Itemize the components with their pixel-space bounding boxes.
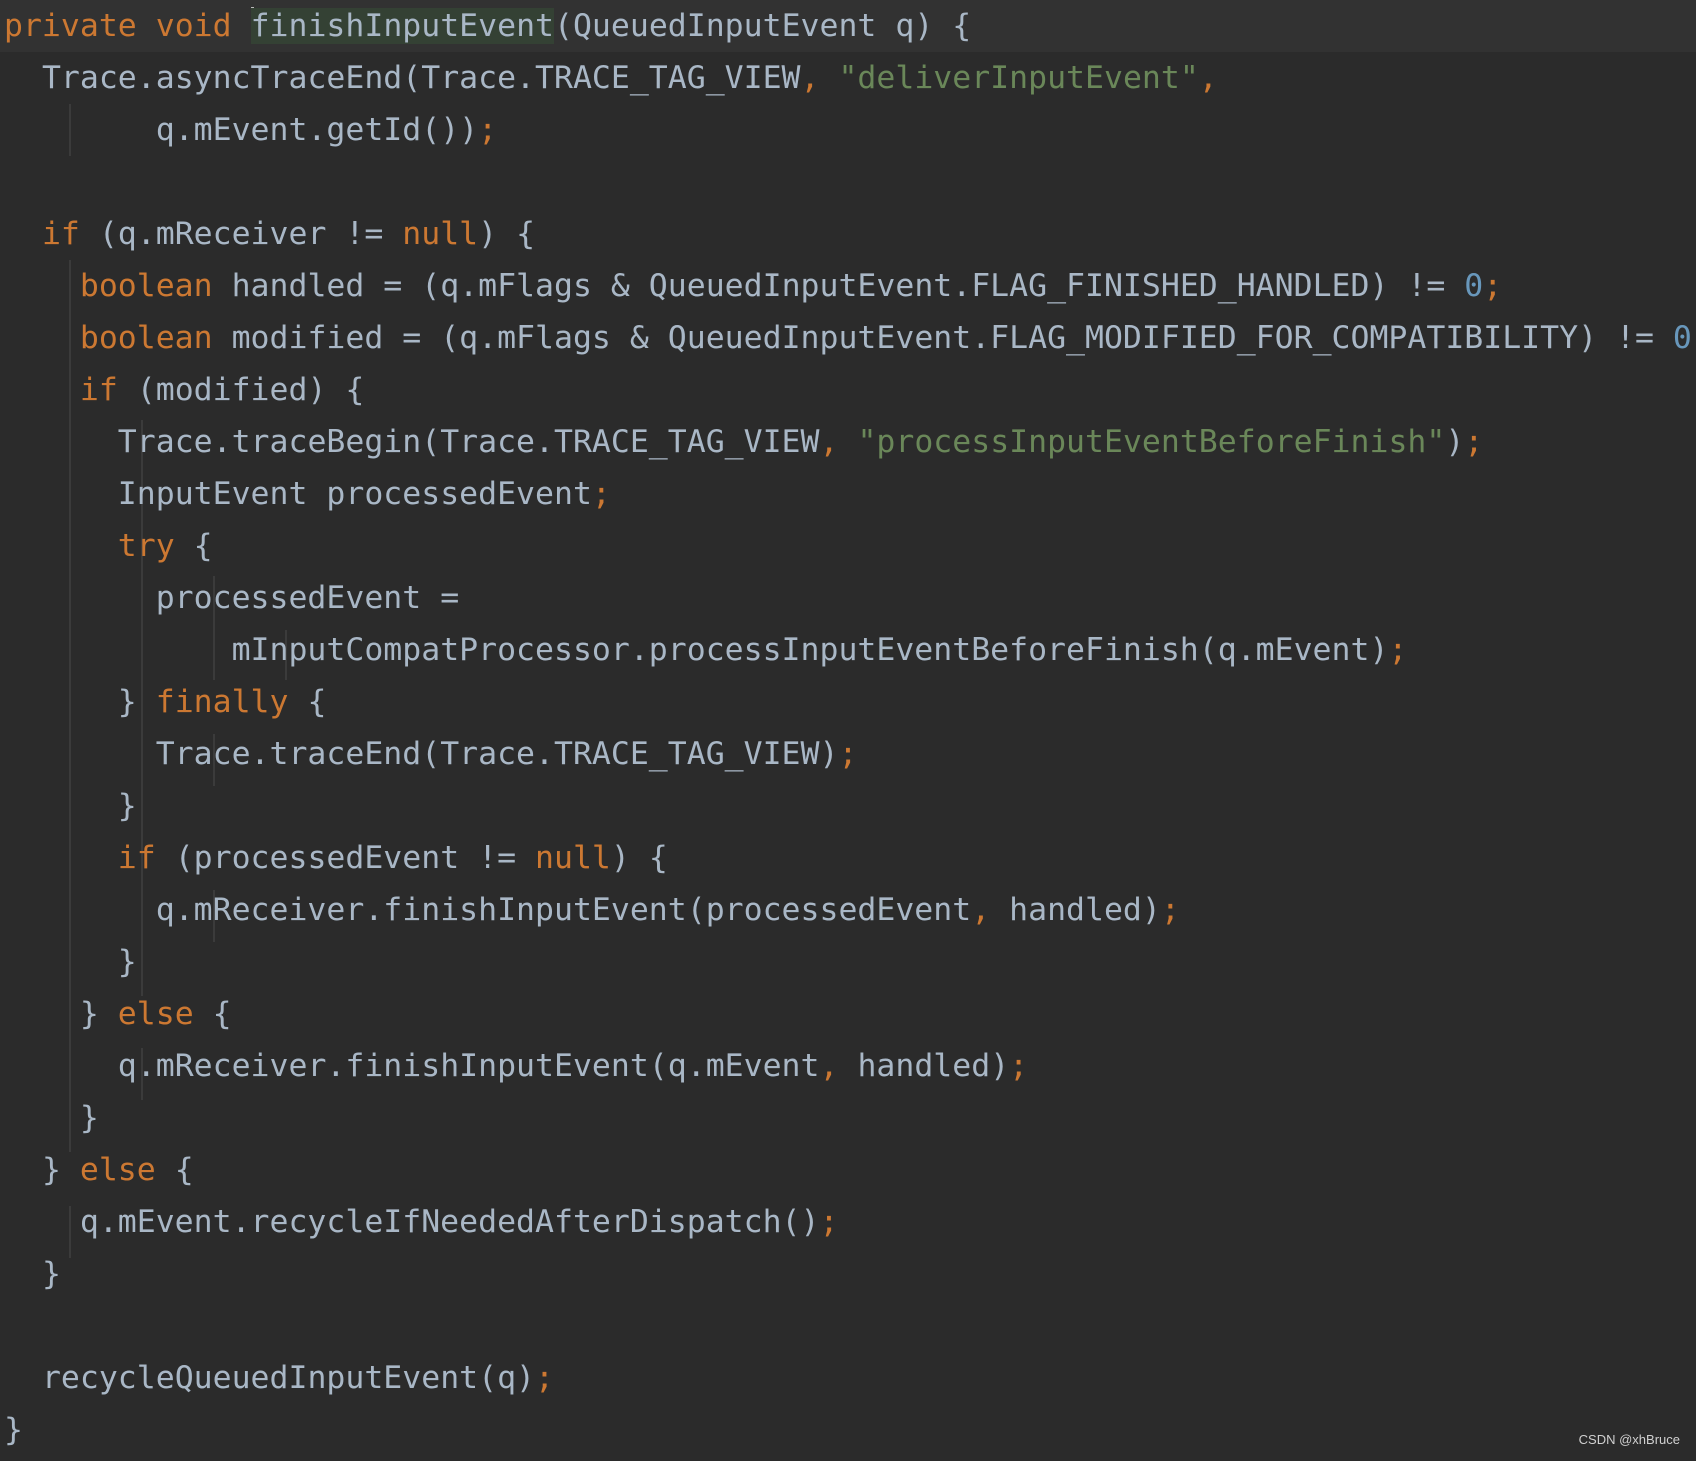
code-text: (q.mReceiver != <box>79 216 403 252</box>
code-line-3[interactable]: q.mEvent.getId()); <box>4 104 497 156</box>
code-text: Trace.asyncTraceEnd(Trace.TRACE_TAG_VIEW <box>41 60 801 96</box>
code-text: { <box>288 684 327 720</box>
code-text: ) { <box>610 840 668 876</box>
code-line-16[interactable]: } <box>4 780 137 832</box>
keyword-null: null <box>535 840 611 876</box>
code-line-5[interactable]: if (q.mReceiver != null) { <box>4 208 535 260</box>
keyword-if: if <box>41 216 80 252</box>
semicolon: ; <box>535 1360 554 1396</box>
code-line-28[interactable]: } <box>4 1404 23 1456</box>
code-line-13[interactable]: mInputCompatProcessor.processInputEventB… <box>4 624 1408 676</box>
code-line-9[interactable]: Trace.traceBegin(Trace.TRACE_TAG_VIEW, "… <box>4 416 1483 468</box>
code-line-23[interactable]: } else { <box>4 1144 194 1196</box>
code-line-20[interactable]: } else { <box>4 988 232 1040</box>
keyword-private: private <box>4 8 137 44</box>
semicolon: ; <box>478 112 498 148</box>
code-line-1[interactable]: private void finishInputEvent(QueuedInpu… <box>4 0 971 52</box>
code-text: (processedEvent != <box>155 840 536 876</box>
code-line-14[interactable]: } finally { <box>4 676 327 728</box>
code-text: handled = (q.mFlags & QueuedInputEvent.F… <box>212 268 1465 304</box>
code-text: { <box>174 528 213 564</box>
keyword-else: else <box>79 1152 156 1188</box>
code-line-22[interactable]: } <box>4 1092 99 1144</box>
semicolon: ; <box>1692 320 1696 356</box>
code-line-25[interactable]: } <box>4 1248 61 1300</box>
code-text: ) <box>1445 424 1465 460</box>
code-text: modified = (q.mFlags & QueuedInputEvent.… <box>212 320 1673 356</box>
code-line-6[interactable]: boolean handled = (q.mFlags & QueuedInpu… <box>4 260 1502 312</box>
code-text: handled) <box>1009 892 1161 928</box>
code-text: } <box>41 1256 61 1292</box>
keyword-if: if <box>117 840 156 876</box>
code-text: processedEvent = <box>155 580 460 616</box>
code-text: { <box>155 1152 194 1188</box>
code-line-10[interactable]: InputEvent processedEvent; <box>4 468 611 520</box>
keyword-if: if <box>79 372 118 408</box>
number-literal: 0 <box>1672 320 1692 356</box>
code-text: Trace.traceBegin(Trace.TRACE_TAG_VIEW <box>117 424 820 460</box>
method-name: finishInputEvent <box>250 8 554 44</box>
code-line-12[interactable]: processedEvent = <box>4 572 459 624</box>
code-text: InputEvent processedEvent <box>117 476 592 512</box>
code-line-8[interactable]: if (modified) { <box>4 364 364 416</box>
semicolon: ; <box>1009 1048 1029 1084</box>
code-line-24[interactable]: q.mEvent.recycleIfNeededAfterDispatch(); <box>4 1196 839 1248</box>
code-line-11[interactable]: try { <box>4 520 213 572</box>
string-literal: "deliverInputEvent" <box>838 60 1199 96</box>
number-literal: 0 <box>1464 268 1484 304</box>
keyword-boolean: boolean <box>79 268 213 304</box>
code-text: ) { <box>478 216 536 252</box>
keyword-finally: finally <box>155 684 289 720</box>
code-text: { <box>193 996 232 1032</box>
code-line-7[interactable]: boolean modified = (q.mFlags & QueuedInp… <box>4 312 1696 364</box>
code-text: handled) <box>857 1048 1010 1084</box>
code-editor[interactable]: private void finishInputEvent(QueuedInpu… <box>0 0 1696 1461</box>
keyword-else: else <box>117 996 194 1032</box>
semicolon: ; <box>1483 268 1503 304</box>
code-text: } <box>41 1152 61 1188</box>
semicolon: ; <box>838 736 858 772</box>
string-literal: "processInputEventBeforeFinish" <box>857 424 1446 460</box>
keyword-null: null <box>402 216 479 252</box>
keyword-try: try <box>117 528 175 564</box>
code-line-18[interactable]: q.mReceiver.finishInputEvent(processedEv… <box>4 884 1180 936</box>
code-text: } <box>117 788 137 824</box>
keyword-void: void <box>155 8 232 44</box>
comma: , <box>1198 60 1218 96</box>
code-line-2[interactable]: Trace.asyncTraceEnd(Trace.TRACE_TAG_VIEW… <box>4 52 1218 104</box>
code-text: recycleQueuedInputEvent(q) <box>41 1360 536 1396</box>
code-text: mInputCompatProcessor.processInputEventB… <box>231 632 1389 668</box>
keyword-boolean: boolean <box>79 320 213 356</box>
code-text: Trace.traceEnd(Trace.TRACE_TAG_VIEW) <box>155 736 839 772</box>
code-text: } <box>117 944 137 980</box>
code-text: } <box>79 996 99 1032</box>
semicolon: ; <box>819 1204 839 1240</box>
method-params: (QueuedInputEvent q) { <box>554 8 972 44</box>
code-text: q.mReceiver.finishInputEvent(q.mEvent <box>117 1048 820 1084</box>
code-line-19[interactable]: } <box>4 936 137 988</box>
code-line-17[interactable]: if (processedEvent != null) { <box>4 832 668 884</box>
code-text: q.mEvent.getId()) <box>155 112 479 148</box>
semicolon: ; <box>1464 424 1484 460</box>
code-text: q.mEvent.recycleIfNeededAfterDispatch() <box>79 1204 820 1240</box>
comma: , <box>971 892 1010 928</box>
code-text: q.mReceiver.finishInputEvent(processedEv… <box>155 892 972 928</box>
comma: , <box>819 1048 858 1084</box>
semicolon: ; <box>591 476 611 512</box>
code-text: } <box>79 1100 99 1136</box>
comma: , <box>819 424 858 460</box>
watermark: CSDN @xhBruce <box>1578 1432 1680 1447</box>
code-text: } <box>4 1412 23 1448</box>
code-text: (modified) { <box>117 372 365 408</box>
code-line-21[interactable]: q.mReceiver.finishInputEvent(q.mEvent, h… <box>4 1040 1028 1092</box>
semicolon: ; <box>1160 892 1180 928</box>
comma: , <box>800 60 839 96</box>
code-text: } <box>117 684 137 720</box>
code-line-27[interactable]: recycleQueuedInputEvent(q); <box>4 1352 554 1404</box>
code-line-15[interactable]: Trace.traceEnd(Trace.TRACE_TAG_VIEW); <box>4 728 858 780</box>
semicolon: ; <box>1388 632 1408 668</box>
